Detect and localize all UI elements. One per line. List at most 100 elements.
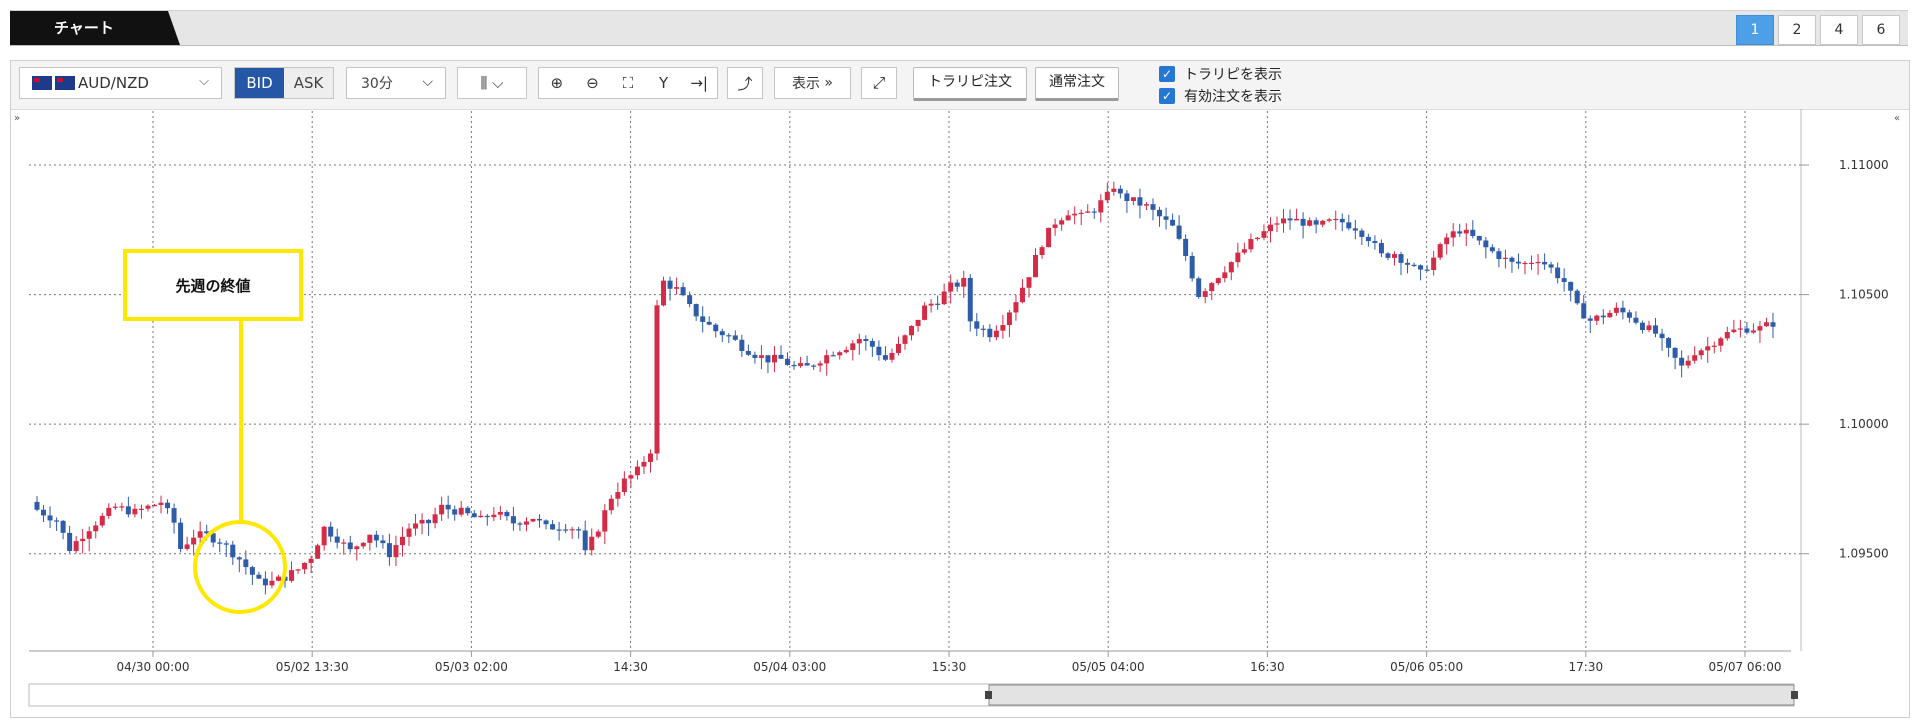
layout-selector: 1 2 4 6 — [1736, 15, 1900, 45]
page-title: チャート — [10, 11, 180, 45]
layout-button-1[interactable]: 1 — [1736, 15, 1774, 45]
candle-body — [230, 544, 236, 558]
candle-body — [811, 365, 817, 367]
candle-body — [1359, 230, 1365, 237]
bid-button[interactable]: BID — [235, 68, 284, 98]
candlestick-chart[interactable]: 1.11000 1.10500 1.10000 1.09500 04/30 00:00… — [11, 109, 1909, 715]
candle-body — [876, 346, 882, 356]
candle-body — [1320, 220, 1326, 225]
candle-body — [1202, 291, 1208, 297]
candle-body — [1483, 240, 1489, 248]
normal-order-button[interactable]: 通常注文 — [1035, 67, 1119, 101]
ask-button[interactable]: ASK — [284, 68, 333, 98]
candle-body — [1737, 328, 1743, 330]
candle-body — [1705, 346, 1711, 351]
candle-body — [967, 277, 973, 322]
jump-latest-icon[interactable]: →| — [681, 68, 717, 98]
candle-body — [308, 558, 314, 563]
candle-body — [1163, 216, 1169, 220]
candle-body — [373, 534, 379, 541]
navigator-handle-right[interactable] — [1791, 691, 1798, 699]
candle-body — [432, 514, 438, 524]
candle-body — [615, 492, 621, 499]
candle-body — [1117, 188, 1123, 194]
chart-type-select[interactable]: ⫼ ⌵ — [457, 67, 527, 99]
zoom-out-icon[interactable]: ⊖ — [575, 68, 611, 98]
candle-body — [1019, 287, 1025, 303]
candle-body — [269, 580, 275, 586]
candle-body — [804, 363, 810, 366]
candle-body — [621, 478, 627, 493]
candle-body — [1685, 360, 1691, 366]
candle-body — [1013, 302, 1019, 313]
candle-body — [1307, 220, 1313, 226]
candle-body — [569, 529, 575, 531]
candle-body — [1248, 239, 1254, 250]
candle-body — [628, 475, 634, 479]
candle-body — [1529, 262, 1535, 265]
add-indicator-icon: ⤴ — [737, 74, 753, 93]
candle-body — [1692, 355, 1698, 361]
candle-body — [1750, 330, 1756, 333]
interval-select[interactable]: 30分 ⌵ — [346, 67, 446, 99]
zoom-tools: ⊕ ⊖ ⛶ Y →| — [538, 67, 718, 99]
candle-body — [843, 349, 849, 353]
candle-body — [987, 328, 993, 338]
candle-body — [1059, 220, 1065, 225]
candle-body — [582, 530, 588, 551]
candle-body — [360, 542, 366, 547]
checkbox-checked-icon[interactable]: ✓ — [1159, 66, 1175, 82]
candle-body — [289, 570, 295, 581]
candle-body — [537, 518, 543, 521]
candle-body — [236, 557, 242, 560]
layout-button-2[interactable]: 2 — [1778, 15, 1816, 45]
fit-screen-icon[interactable]: ⛶ — [610, 68, 646, 98]
candle-body — [347, 542, 353, 550]
candle-body — [1365, 236, 1371, 242]
bid-ask-toggle: BID ASK — [234, 67, 334, 99]
candle-body — [256, 574, 262, 579]
y-tick-label: 1.10000 — [1839, 417, 1889, 431]
candle-body — [504, 512, 510, 517]
checkbox-checked-icon[interactable]: ✓ — [1159, 88, 1175, 104]
navigator-window[interactable] — [988, 684, 1795, 706]
check-orders-row[interactable]: ✓ 有効注文を表示 — [1159, 85, 1282, 107]
navigator — [28, 683, 1798, 707]
candle-body — [60, 520, 66, 533]
symbol-select[interactable]: AUD/NZD ⌵ — [19, 67, 222, 99]
candle-body — [1391, 254, 1397, 258]
candle-body — [700, 316, 706, 322]
candle-body — [41, 509, 47, 516]
candle-body — [1098, 200, 1104, 213]
candle-body — [1653, 325, 1659, 334]
candle-body — [217, 542, 223, 544]
indicator-button[interactable]: ⤴ — [727, 67, 763, 99]
candle-body — [1176, 225, 1182, 239]
trap-order-button[interactable]: トラリピ注文 — [913, 67, 1027, 101]
candle-body — [863, 339, 869, 341]
candle-body — [1228, 262, 1234, 273]
zoom-in-icon[interactable]: ⊕ — [539, 68, 575, 98]
y-axis-lock-icon[interactable]: Y — [646, 68, 682, 98]
candle-body — [954, 282, 960, 287]
candle-body — [1450, 231, 1456, 238]
candle-body — [1267, 224, 1273, 232]
candle-body — [1352, 228, 1358, 231]
display-menu[interactable]: 表示 » — [774, 67, 851, 99]
fullscreen-button[interactable]: ⤢ — [861, 67, 897, 99]
candle-body — [778, 354, 784, 359]
layout-button-6[interactable]: 6 — [1862, 15, 1900, 45]
candle-body — [1626, 312, 1632, 318]
navigator-handle-left[interactable] — [985, 691, 992, 699]
candle-body — [1731, 329, 1737, 333]
candle-body — [1542, 261, 1548, 265]
candle-body — [1261, 231, 1267, 238]
check-trap-row[interactable]: ✓ トラリピを表示 — [1159, 63, 1282, 85]
candle-body — [1724, 332, 1730, 339]
x-tick-label: 17:30 — [1569, 660, 1604, 674]
candle-body — [680, 287, 686, 296]
candle-body — [413, 523, 419, 529]
candle-body — [1241, 249, 1247, 253]
layout-button-4[interactable]: 4 — [1820, 15, 1858, 45]
candle-body — [550, 524, 556, 530]
